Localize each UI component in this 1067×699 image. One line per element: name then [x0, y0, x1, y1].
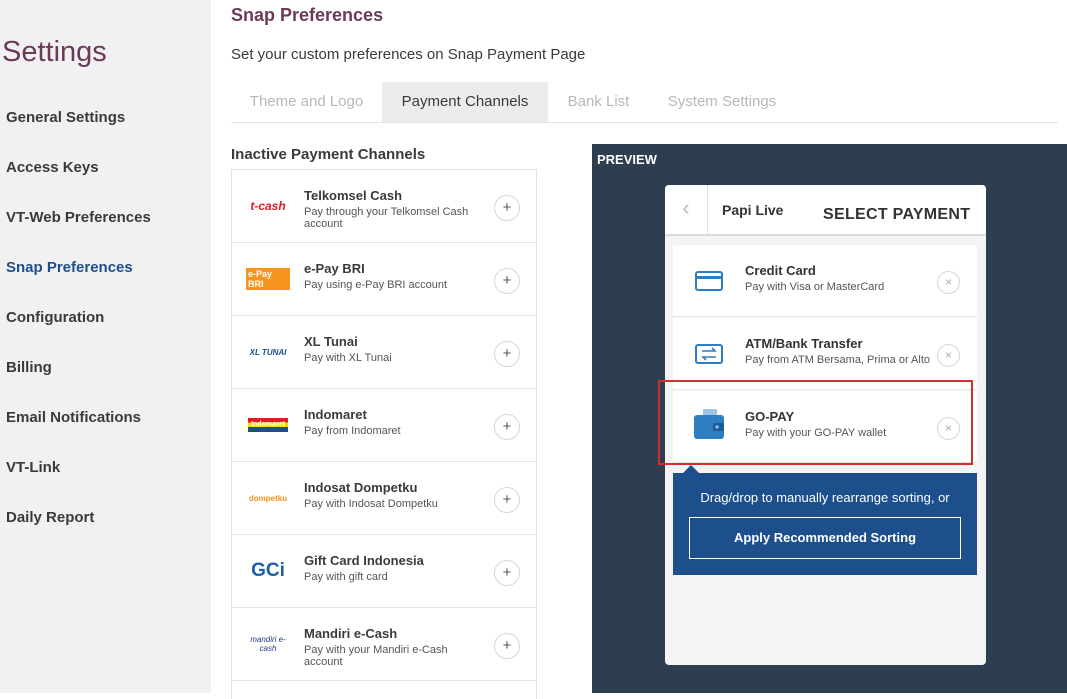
- sidebar-item-general-settings[interactable]: General Settings: [6, 109, 125, 126]
- xl-tunai-logo: XL TUNAI: [249, 347, 287, 357]
- channel-item-indosat-dompetku[interactable]: dompetku Indosat Dompetku Pay with Indos…: [232, 462, 536, 535]
- snap-header: ‹ Papi Live SELECT PAYMENT: [665, 185, 986, 236]
- add-channel-button[interactable]: +: [494, 633, 520, 659]
- channel-item-epay-bri[interactable]: e-Pay BRI e-Pay BRI Pay using e-Pay BRI …: [232, 243, 536, 316]
- channel-desc: Pay with gift card: [304, 571, 388, 583]
- sidebar-item-vt-web-preferences[interactable]: VT-Web Preferences: [6, 209, 151, 226]
- telkomsel-cash-logo: t-cash: [250, 199, 286, 213]
- payment-name: ATM/Bank Transfer: [745, 336, 863, 351]
- add-channel-button[interactable]: +: [494, 487, 520, 513]
- tooltip-arrow: [683, 465, 699, 473]
- page-title: Snap Preferences: [231, 5, 384, 25]
- merchant-name: Papi Live: [722, 202, 784, 218]
- channel-desc: Pay with XL Tunai: [304, 352, 392, 364]
- sidebar-item-configuration[interactable]: Configuration: [6, 309, 104, 326]
- payment-name: Credit Card: [745, 263, 816, 278]
- channel-item-indomaret[interactable]: Indomaret Indomaret Pay from Indomaret +: [232, 389, 536, 462]
- sidebar: Settings General Settings Access Keys VT…: [0, 0, 211, 693]
- payment-method-credit-card[interactable]: Credit Card Pay with Visa or MasterCard …: [673, 245, 977, 317]
- channel-name: Indosat Dompetku: [304, 480, 418, 495]
- sidebar-item-vt-link[interactable]: VT-Link: [6, 459, 60, 476]
- add-channel-button[interactable]: +: [494, 268, 520, 294]
- add-channel-button[interactable]: +: [494, 414, 520, 440]
- indomaret-logo: Indomaret: [246, 411, 290, 439]
- sorting-tooltip: Drag/drop to manually rearrange sorting,…: [673, 465, 977, 575]
- gift-card-indonesia-logo: GCi: [251, 560, 285, 581]
- tab-theme-and-logo[interactable]: Theme and Logo: [231, 82, 382, 122]
- tooltip-text: Drag/drop to manually rearrange sorting,…: [700, 490, 950, 505]
- add-channel-button[interactable]: +: [494, 560, 520, 586]
- channel-item-xl-tunai[interactable]: XL TUNAI XL Tunai Pay with XL Tunai +: [232, 316, 536, 389]
- payment-desc: Pay from ATM Bersama, Prima or Alto: [745, 354, 931, 366]
- mandiri-ecash-logo: mandiri e-cash: [250, 635, 286, 653]
- sidebar-item-billing[interactable]: Billing: [6, 359, 52, 376]
- channel-name: Indomaret: [304, 407, 367, 422]
- back-chevron-icon[interactable]: ‹: [665, 185, 708, 234]
- tab-system-settings[interactable]: System Settings: [649, 82, 795, 122]
- channel-item-mandiri-ecash[interactable]: mandiri e-cash Mandiri e-Cash Pay with y…: [232, 608, 536, 681]
- sidebar-item-email-notifications[interactable]: Email Notifications: [6, 409, 141, 426]
- sidebar-item-access-keys[interactable]: Access Keys: [6, 159, 99, 176]
- select-payment-heading: SELECT PAYMENT: [823, 206, 971, 223]
- sidebar-item-snap-preferences[interactable]: Snap Preferences: [6, 259, 133, 276]
- sidebar-title: Settings: [2, 36, 107, 68]
- channel-name: Mandiri e-Cash: [304, 626, 398, 641]
- indosat-dompetku-logo: dompetku: [248, 493, 288, 503]
- channel-desc: Pay with your Mandiri e-Cash account: [304, 644, 448, 668]
- bank-transfer-icon: [691, 340, 727, 368]
- channel-name: Telkomsel Cash: [304, 188, 403, 203]
- channel-desc: Pay with Indosat Dompetku: [304, 498, 438, 510]
- epay-bri-logo: e-Pay BRI: [246, 265, 290, 293]
- gopay-highlight-box: [658, 380, 973, 465]
- tab-bank-list[interactable]: Bank List: [548, 82, 649, 122]
- add-channel-button[interactable]: +: [494, 341, 520, 367]
- apply-recommended-sorting-button[interactable]: Apply Recommended Sorting: [689, 517, 961, 559]
- page-subtitle: Set your custom preferences on Snap Paym…: [231, 46, 586, 63]
- payment-desc: Pay with Visa or MasterCard: [745, 281, 885, 293]
- tab-bar: Theme and Logo Payment Channels Bank Lis…: [231, 82, 1058, 123]
- channel-name: XL Tunai: [304, 334, 358, 349]
- tab-payment-channels[interactable]: Payment Channels: [382, 82, 548, 122]
- remove-payment-button[interactable]: ×: [937, 344, 960, 367]
- channel-name: e-Pay BRI: [304, 261, 365, 276]
- sidebar-item-daily-report[interactable]: Daily Report: [6, 509, 94, 526]
- channel-desc: Pay from Indomaret: [304, 425, 401, 437]
- inactive-channel-list: t-cash Telkomsel Cash Pay through your T…: [231, 169, 537, 699]
- preview-label: PREVIEW: [597, 152, 657, 167]
- inactive-channels-title: Inactive Payment Channels: [231, 146, 426, 163]
- remove-payment-button[interactable]: ×: [937, 271, 960, 294]
- credit-card-icon: [691, 267, 727, 295]
- channel-item-telkomsel-cash[interactable]: t-cash Telkomsel Cash Pay through your T…: [232, 170, 536, 243]
- channel-item-gift-card-indonesia[interactable]: GCi Gift Card Indonesia Pay with gift ca…: [232, 535, 536, 608]
- channel-name: Gift Card Indonesia: [304, 553, 424, 568]
- channel-desc: Pay through your Telkomsel Cash account: [304, 206, 469, 230]
- add-channel-button[interactable]: +: [494, 195, 520, 221]
- channel-desc: Pay using e-Pay BRI account: [304, 279, 448, 291]
- main-content: Snap Preferences Set your custom prefere…: [231, 0, 1067, 699]
